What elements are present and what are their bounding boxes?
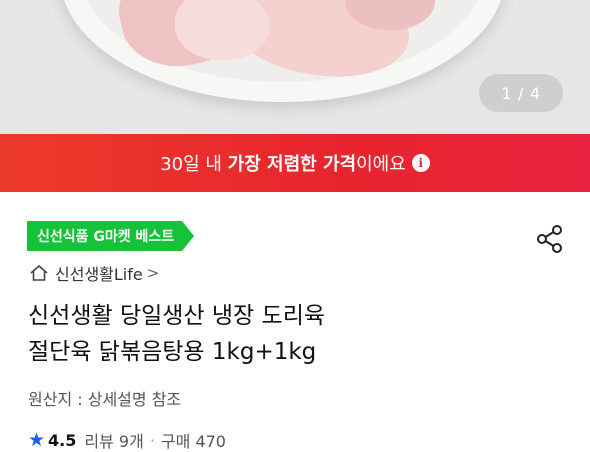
star-icon: ★ bbox=[28, 429, 46, 451]
share-button[interactable] bbox=[534, 223, 566, 255]
image-page-counter: 1 / 4 bbox=[479, 74, 563, 112]
best-badge: 신선식품 G마켓 베스트 bbox=[27, 221, 195, 251]
product-title-line1: 신선생활 당일생산 냉장 도리육 bbox=[28, 303, 326, 329]
store-link[interactable]: 신선생활Life > bbox=[29, 262, 159, 284]
chevron-right-icon: > bbox=[146, 264, 160, 282]
banner-highlight: 가장 저렴한 가격 bbox=[227, 154, 357, 175]
purchase-count: 구매 470 bbox=[160, 432, 226, 451]
product-image[interactable]: 1 / 4 bbox=[0, 0, 590, 134]
store-name: 신선생활Life bbox=[55, 265, 143, 284]
image-page-total: 4 bbox=[529, 83, 541, 103]
image-page-current: 1 bbox=[501, 83, 513, 103]
rating-separator: · bbox=[149, 430, 155, 450]
image-page-separator: / bbox=[518, 83, 524, 103]
best-badge-tip bbox=[182, 221, 195, 251]
rating-row[interactable]: ★ 4.5 리뷰 9개 · 구매 470 bbox=[28, 428, 226, 452]
product-title: 신선생활 당일생산 냉장 도리육 절단육 닭볶음탕용 1kg+1kg bbox=[28, 298, 568, 370]
lowest-price-banner[interactable]: 30일 내 가장 저렴한 가격 이에요 i bbox=[0, 134, 590, 192]
review-count[interactable]: 리뷰 9개 bbox=[84, 428, 143, 452]
share-icon bbox=[537, 225, 562, 253]
banner-suffix: 이에요 bbox=[356, 154, 406, 175]
product-origin: 원산지 : 상세설명 참조 bbox=[28, 390, 182, 409]
rating-score: 4.5 bbox=[48, 430, 77, 450]
home-icon bbox=[30, 264, 48, 281]
best-badge-label: 신선식품 G마켓 베스트 bbox=[27, 221, 183, 251]
banner-prefix: 30일 내 bbox=[160, 154, 228, 175]
product-title-line2: 절단육 닭볶음탕용 1kg+1kg bbox=[28, 339, 317, 365]
info-icon[interactable]: i bbox=[411, 154, 430, 172]
